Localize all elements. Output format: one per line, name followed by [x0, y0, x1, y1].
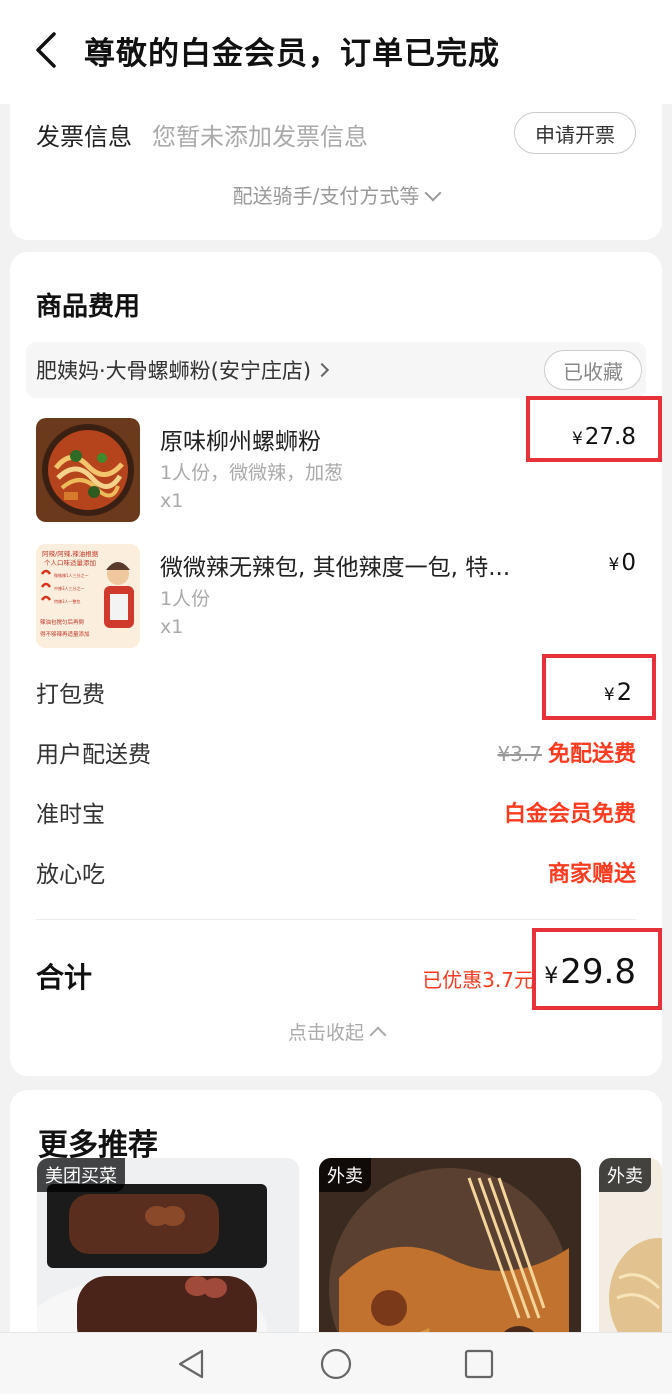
nav-home-icon[interactable] [319, 1347, 353, 1381]
thumb-text: 微微辣1人三分之一 [54, 572, 89, 578]
store-name: 肥姨妈·大骨螺蛳粉(安宁庄店) [36, 359, 312, 383]
ontime-guarantee-value: 白金会员免费 [503, 802, 636, 827]
thumb-text: 中辣3人三分之一 [54, 585, 85, 591]
item-spec: 1人份 [160, 588, 211, 610]
expand-details-label: 配送骑手/支付方式等 [232, 184, 420, 208]
top-bar: 尊敬的白金会员，订单已完成 [0, 0, 672, 104]
expand-details-link[interactable]: 配送骑手/支付方式等 [10, 180, 662, 209]
chili-guide-thumbnail[interactable]: 阿辣/阿辣,辣油根据 个人口味适量添加 微微辣1人三分之一 中辣3人三分之一 特… [36, 544, 140, 648]
highlight-box [532, 928, 662, 1010]
food-thumbnail[interactable] [36, 418, 140, 522]
highlight-box [542, 654, 656, 720]
original-delivery-fee: ¥3.7 [497, 742, 542, 766]
recommend-tag: 外卖 [599, 1158, 651, 1192]
collapse-label: 点击收起 [287, 1022, 364, 1044]
divider [36, 919, 636, 920]
invoice-label: 发票信息 [36, 122, 132, 151]
thumb-text: 得不够辣再适量添加 [40, 630, 90, 638]
store-row[interactable]: 肥姨妈·大骨螺蛳粉(安宁庄店) 已收藏 [26, 342, 646, 398]
item-quantity: x1 [160, 490, 184, 512]
page-title: 尊敬的白金会员，订单已完成 [84, 36, 500, 72]
total-label: 合计 [36, 961, 93, 994]
free-delivery-label: 免配送费 [547, 742, 636, 767]
item-quantity: x1 [160, 616, 184, 638]
item-price-value: 0 [621, 550, 636, 576]
item-price: ¥0 [609, 550, 636, 576]
invoice-value: 您暂未添加发票信息 [152, 122, 368, 151]
favorited-button[interactable]: 已收藏 [544, 350, 642, 390]
collapse-link[interactable]: 点击收起 [10, 1018, 662, 1045]
packing-fee-label: 打包费 [36, 682, 105, 708]
ontime-guarantee-row: 准时宝 白金会员免费 [36, 794, 636, 830]
delivery-fee-row: 用户配送费 ¥3.7 免配送费 [36, 734, 636, 770]
delivery-fee-value: ¥3.7 免配送费 [497, 736, 636, 768]
back-arrow-icon[interactable] [32, 30, 62, 70]
apply-invoice-button[interactable]: 申请开票 [514, 112, 636, 154]
order-item: 阿辣/阿辣,辣油根据 个人口味适量添加 微微辣1人三分之一 中辣3人三分之一 特… [36, 544, 636, 650]
recommend-tag: 美团买菜 [37, 1158, 125, 1192]
system-nav-bar [0, 1332, 672, 1394]
chevron-right-icon [314, 362, 330, 378]
chevron-down-icon [424, 184, 442, 202]
item-spec: 1人份，微微辣，加葱 [160, 462, 344, 484]
food-safety-label: 放心吃 [36, 862, 105, 888]
food-safety-row: 放心吃 商家赠送 [36, 854, 636, 890]
order-info-card: 发票信息 您暂未添加发票信息 申请开票 配送骑手/支付方式等 [10, 96, 662, 240]
thumb-text: 特辣3人一整包 [54, 598, 81, 604]
ontime-guarantee-label: 准时宝 [36, 802, 105, 828]
thumb-text: 辣油包搅匀后再倒 [40, 618, 85, 626]
goods-cost-card: 商品费用 肥姨妈·大骨螺蛳粉(安宁庄店) 已收藏 原味柳州螺蛳粉 1人份，微微辣… [10, 252, 662, 1076]
food-safety-value: 商家赠送 [547, 862, 636, 887]
delivery-fee-label: 用户配送费 [36, 742, 151, 768]
thumb-text: 阿辣/阿辣,辣油根据 [42, 549, 99, 558]
nav-recents-icon[interactable] [462, 1347, 496, 1381]
recommend-tag: 外卖 [319, 1158, 371, 1192]
item-name: 微微辣无辣包, 其他辣度一包, 特... [160, 555, 511, 581]
currency-symbol: ¥ [608, 555, 620, 575]
discount-text: 已优惠3.7元 [422, 968, 534, 992]
nav-back-icon[interactable] [174, 1347, 208, 1381]
item-name: 原味柳州螺蛳粉 [160, 429, 321, 455]
section-title: 商品费用 [36, 292, 141, 322]
invoice-row: 发票信息 您暂未添加发票信息 申请开票 [36, 112, 636, 156]
highlight-box [526, 396, 662, 462]
thumb-text: 个人口味适量添加 [44, 558, 96, 567]
chevron-up-icon [369, 1026, 387, 1044]
